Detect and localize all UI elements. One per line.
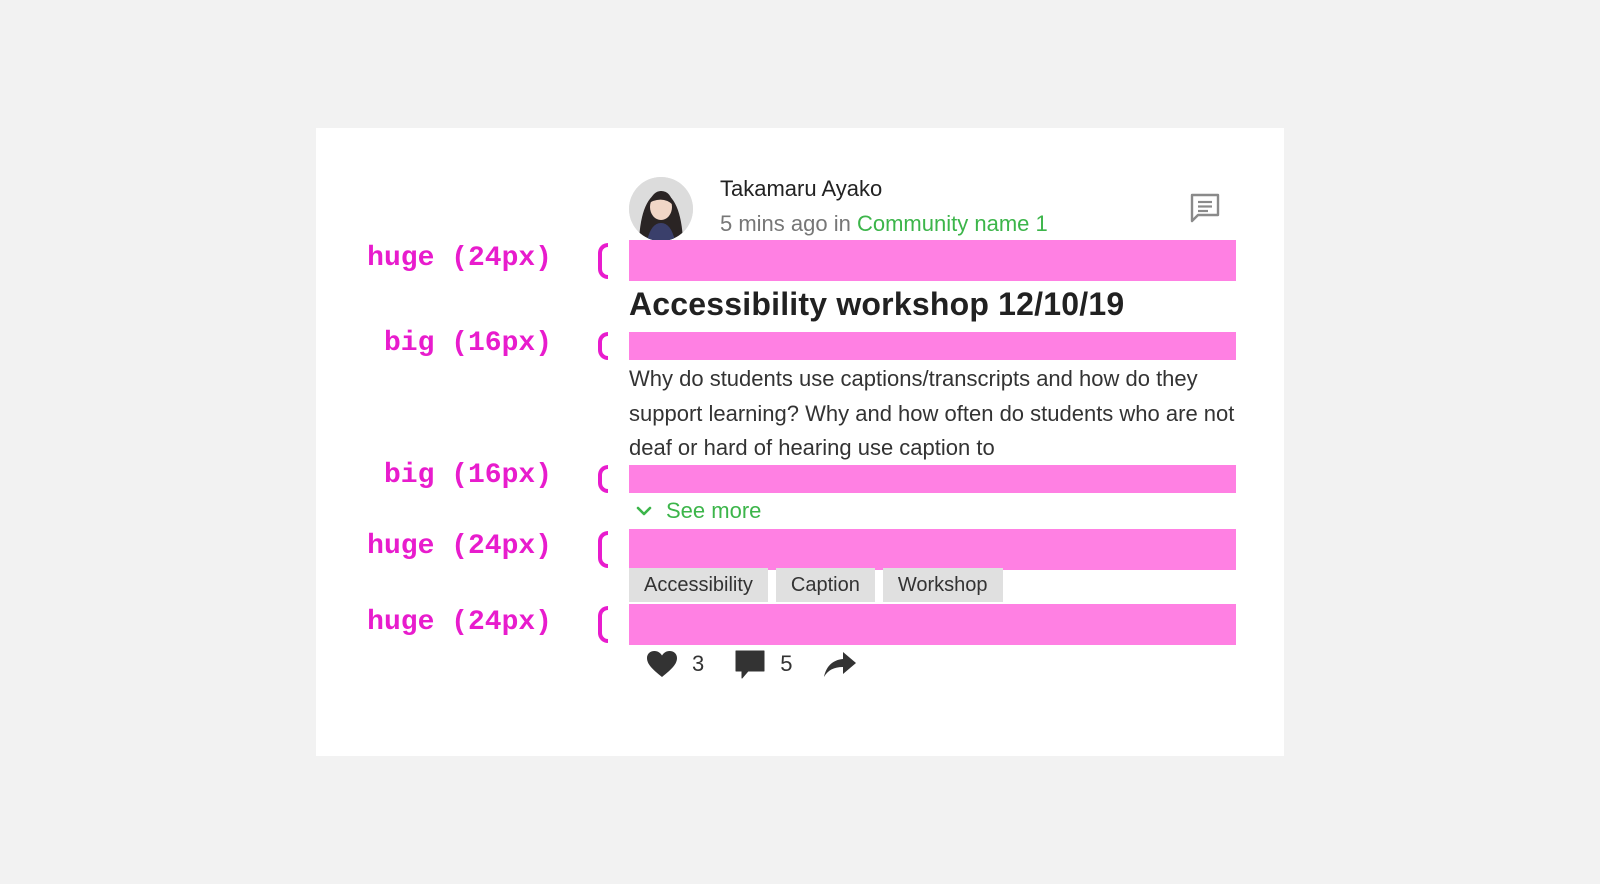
share-button[interactable] — [823, 650, 857, 678]
post-card: Takamaru Ayako 5 mins ago in Community n… — [316, 128, 1284, 756]
spacing-band-big-1 — [629, 332, 1236, 360]
chevron-down-icon — [636, 506, 652, 516]
see-more-button[interactable]: See more — [636, 498, 761, 524]
comments-button[interactable]: 5 — [734, 648, 793, 680]
tag-chip[interactable]: Caption — [775, 568, 875, 602]
heart-icon — [647, 651, 677, 677]
spacing-bracket-huge-3 — [598, 606, 608, 643]
post-body: Why do students use captions/transcripts… — [629, 366, 1235, 460]
spacing-label-huge-1: huge (24px) — [367, 243, 552, 274]
spacing-band-huge-2 — [629, 529, 1236, 570]
post-time: 5 mins ago in — [720, 211, 851, 236]
post-title: Accessibility workshop 12/10/19 — [629, 286, 1125, 322]
avatar[interactable] — [629, 177, 693, 241]
spacing-bracket-huge-1 — [598, 243, 608, 279]
tag-chip[interactable]: Workshop — [882, 568, 1003, 602]
chat-bubble-icon — [735, 650, 765, 679]
post-meta: 5 mins ago in Community name 1 — [720, 211, 1048, 237]
spacing-band-huge-1 — [629, 240, 1236, 281]
spacing-bracket-huge-2 — [598, 531, 608, 568]
post-actions: 3 5 — [646, 648, 857, 680]
tag-list: Accessibility Caption Workshop — [629, 568, 1003, 602]
share-icon — [823, 652, 856, 677]
comment-count: 5 — [780, 651, 793, 676]
like-count: 3 — [692, 651, 705, 676]
spacing-label-huge-3: huge (24px) — [367, 607, 552, 638]
see-more-label: See more — [666, 498, 762, 523]
spacing-bracket-big-2 — [598, 465, 608, 493]
spacing-label-big-2: big (16px) — [383, 460, 552, 491]
spacing-band-big-2 — [629, 465, 1236, 493]
comment-icon[interactable] — [1188, 191, 1222, 225]
community-link[interactable]: Community name 1 — [857, 211, 1048, 236]
spacing-bracket-big-1 — [598, 332, 608, 360]
author-name[interactable]: Takamaru Ayako — [720, 176, 882, 202]
tag-chip[interactable]: Accessibility — [629, 568, 768, 602]
like-button[interactable]: 3 — [646, 650, 704, 678]
spacing-label-big-1: big (16px) — [383, 328, 552, 359]
spacing-band-huge-3 — [629, 604, 1236, 645]
spacing-label-huge-2: huge (24px) — [367, 531, 552, 562]
